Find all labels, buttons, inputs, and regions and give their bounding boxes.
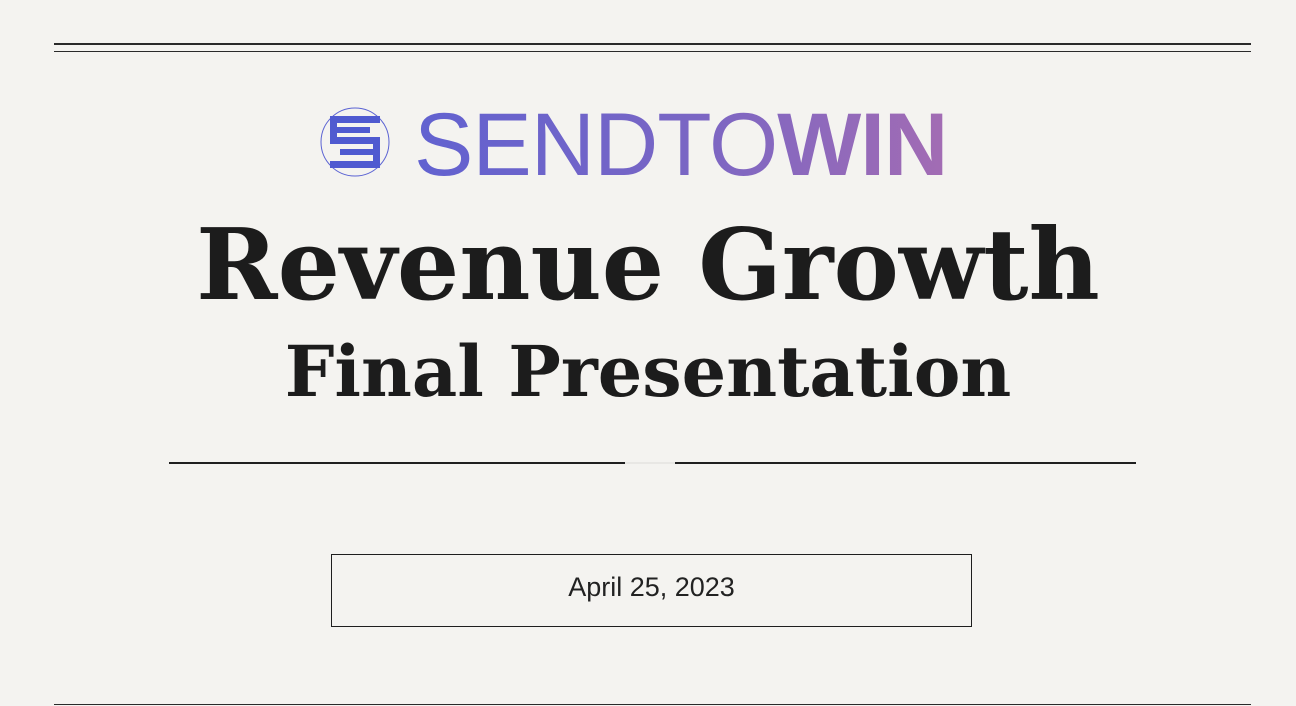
sendtowin-logo: SENDTOWIN <box>320 106 1000 178</box>
logo-text-bold: WIN <box>777 106 947 178</box>
presentation-date: April 25, 2023 <box>568 572 735 602</box>
stacked-lines-logo-icon <box>320 107 390 177</box>
top-double-rule-lower <box>54 51 1251 52</box>
bottom-rule <box>54 704 1251 705</box>
page-subtitle: Final Presentation <box>284 330 1012 413</box>
date-box: April 25, 2023 <box>331 554 972 627</box>
top-double-rule-upper <box>54 43 1251 45</box>
page-title: Revenue Growth <box>196 208 1100 323</box>
logo-wordmark: SENDTOWIN <box>414 106 947 178</box>
logo-text-light: SENDTO <box>414 106 777 178</box>
section-divider <box>169 462 1136 464</box>
